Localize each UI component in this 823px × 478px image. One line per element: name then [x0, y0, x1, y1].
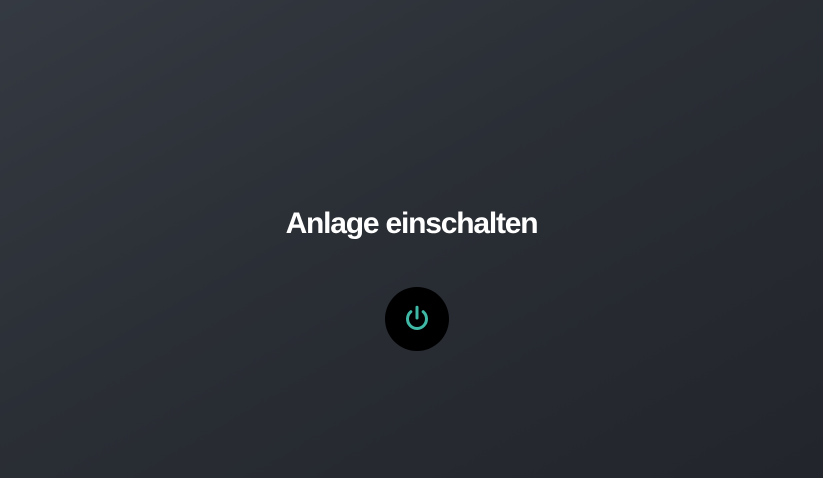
power-button[interactable] [385, 287, 449, 351]
power-on-screen: Anlage einschalten [0, 0, 823, 478]
page-title: Anlage einschalten [285, 207, 539, 240]
power-icon [406, 305, 428, 330]
